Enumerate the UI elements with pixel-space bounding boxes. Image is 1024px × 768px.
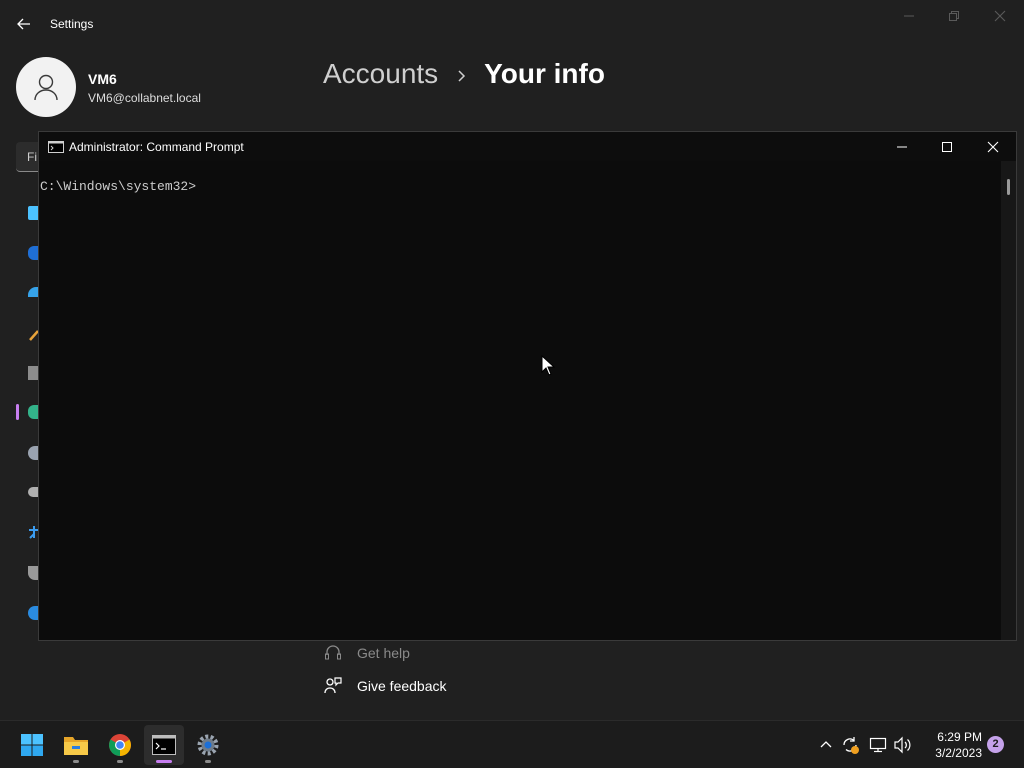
profile-name: VM6 [88, 71, 117, 87]
cmd-minimize-button[interactable] [879, 132, 925, 161]
breadcrumb-chevron-icon [456, 58, 468, 90]
start-button[interactable] [12, 725, 52, 765]
profile-email: VM6@collabnet.local [88, 91, 201, 105]
nav-selection-indicator [16, 404, 19, 420]
clock-date: 3/2/2023 [935, 746, 982, 760]
running-indicator [73, 760, 79, 763]
running-indicator [205, 760, 211, 763]
terminal-icon [152, 735, 176, 755]
restore-icon [949, 11, 959, 21]
give-feedback-label: Give feedback [357, 678, 447, 694]
user-icon [34, 74, 58, 101]
folder-icon [64, 737, 88, 755]
clock[interactable]: 6:29 PM 3/2/2023 [922, 729, 982, 761]
cmd-scrollbar[interactable] [1001, 161, 1016, 640]
settings-titlebar: Settings [0, 0, 1024, 48]
get-help-link[interactable]: Get help [323, 643, 410, 663]
feedback-icon [323, 676, 343, 696]
console-area[interactable]: C:\Windows\system32> [39, 161, 1001, 640]
minimize-icon [897, 146, 907, 147]
settings-close-button[interactable] [986, 6, 1014, 26]
breadcrumb: Accounts Your info [323, 58, 605, 90]
taskbar-chrome[interactable] [100, 725, 140, 765]
back-arrow-icon [17, 18, 30, 30]
taskbar-settings[interactable] [188, 725, 228, 765]
minimize-icon [904, 15, 914, 17]
active-indicator [156, 760, 172, 763]
give-feedback-link[interactable]: Give feedback [323, 676, 447, 696]
maximize-icon [942, 141, 952, 152]
running-indicator [117, 760, 123, 763]
scroll-thumb[interactable] [1007, 179, 1010, 195]
gear-icon [197, 734, 219, 756]
command-prompt-window[interactable]: Administrator: Command Prompt C:\Windows… [38, 131, 1017, 641]
windows-logo-icon [21, 734, 43, 756]
close-icon [987, 141, 999, 152]
back-button[interactable] [12, 12, 36, 36]
app-title: Settings [50, 17, 94, 31]
close-icon [994, 10, 1006, 22]
cmd-app-icon [48, 140, 64, 153]
settings-restore-button[interactable] [940, 6, 968, 26]
taskbar-file-explorer[interactable] [56, 725, 96, 765]
breadcrumb-accounts[interactable]: Accounts [323, 58, 438, 90]
show-hidden-icons-chevron-icon[interactable] [816, 735, 836, 755]
settings-minimize-button[interactable] [895, 6, 923, 26]
cmd-maximize-button[interactable] [924, 132, 970, 161]
notification-badge[interactable]: 2 [987, 736, 1004, 753]
volume-icon[interactable] [893, 735, 913, 755]
clock-time: 6:29 PM [937, 730, 982, 744]
taskbar: 6:29 PM 3/2/2023 2 [0, 720, 1024, 768]
search-placeholder: Fi [27, 150, 37, 164]
mouse-pointer-icon [541, 355, 555, 376]
sync-warning-icon[interactable] [840, 735, 860, 755]
cmd-window-title: Administrator: Command Prompt [69, 140, 244, 154]
get-help-label: Get help [357, 645, 410, 661]
cmd-close-button[interactable] [970, 132, 1016, 161]
avatar [16, 57, 76, 117]
network-wired-icon[interactable] [868, 735, 888, 755]
get-help-icon [323, 643, 343, 663]
taskbar-command-prompt[interactable] [144, 725, 184, 765]
command-prompt-line[interactable]: C:\Windows\system32> [40, 179, 196, 194]
chrome-icon [109, 734, 131, 756]
cmd-titlebar[interactable]: Administrator: Command Prompt [39, 132, 1016, 161]
page-title: Your info [484, 58, 605, 89]
